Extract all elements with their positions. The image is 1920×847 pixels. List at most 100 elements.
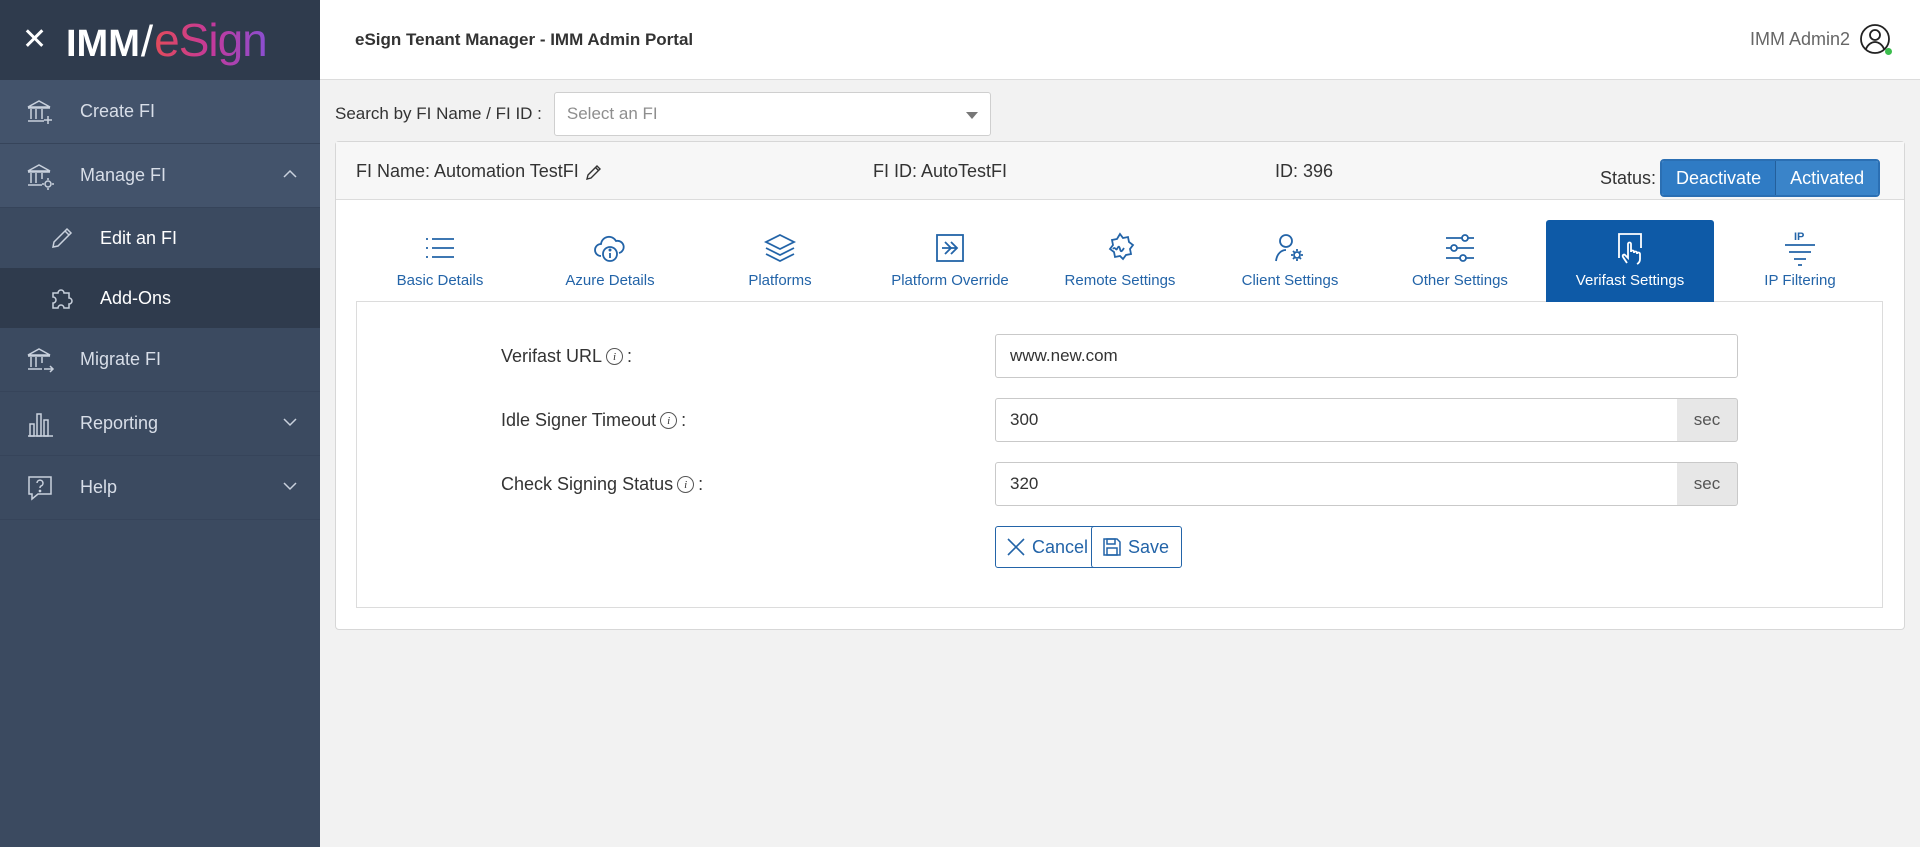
list-icon — [422, 230, 458, 266]
sidebar-item-label: Edit an FI — [100, 227, 178, 248]
ip-filter-icon: IP — [1782, 230, 1818, 266]
sidebar-item-label: Manage FI — [80, 165, 167, 185]
field-label-text: Check Signing Status — [501, 474, 674, 494]
check-signing-row: Check Signing Status i : 320 sec — [357, 462, 1882, 506]
tab-ip-filtering[interactable]: IP IP Filtering — [1716, 220, 1884, 302]
status-label: Status: — [1600, 167, 1657, 188]
tab-verifast-settings[interactable]: Verifast Settings — [1546, 220, 1714, 302]
tab-label: Verifast Settings — [1575, 272, 1685, 289]
settings-tabs: Basic Details Azure Details Platforms Pl… — [356, 220, 1883, 302]
page-title: eSign Tenant Manager - IMM Admin Portal — [355, 30, 694, 49]
tab-label: Platform Override — [891, 272, 1009, 289]
save-button[interactable]: Save — [1091, 526, 1183, 568]
verifast-url-row: Verifast URL i : www.new.com — [357, 334, 1882, 378]
tab-client-settings[interactable]: Client Settings — [1206, 220, 1374, 302]
tab-platforms[interactable]: Platforms — [696, 220, 864, 302]
save-label: Save — [1128, 536, 1170, 557]
close-menu-icon[interactable]: ✕ — [22, 25, 48, 55]
edit-name-pencil-icon[interactable] — [585, 163, 603, 181]
form-actions: Cancel Save — [357, 526, 1882, 570]
tab-platform-override[interactable]: Platform Override — [866, 220, 1034, 302]
unit-addon: sec — [1677, 462, 1738, 506]
deactivate-button[interactable]: Deactivate — [1662, 161, 1777, 195]
user-avatar-icon[interactable] — [1858, 22, 1892, 56]
idle-timeout-row: Idle Signer Timeout i : 300 sec — [357, 398, 1882, 442]
chevron-down-icon — [282, 414, 298, 430]
tab-label: Other Settings — [1412, 272, 1508, 289]
chevron-up-icon — [282, 166, 298, 182]
tab-label: Platforms — [748, 272, 812, 289]
gear-signature-icon — [1102, 230, 1138, 266]
field-colon: : — [698, 474, 704, 494]
bank-plus-icon — [25, 97, 55, 127]
tab-label: Basic Details — [396, 272, 484, 289]
chevron-down-icon — [282, 478, 298, 494]
fi-search-row: Search by FI Name / FI ID : Select an FI — [335, 92, 991, 136]
fi-name-text: FI Name: Automation TestFI — [356, 161, 579, 181]
field-colon: : — [627, 346, 633, 366]
puzzle-icon — [48, 284, 76, 312]
cancel-button[interactable]: Cancel — [995, 526, 1102, 568]
tab-other-settings[interactable]: Other Settings — [1376, 220, 1544, 302]
user-gear-icon — [1272, 230, 1308, 266]
sidebar-item-label: Add-Ons — [100, 287, 172, 308]
check-signing-input[interactable]: 320 — [995, 462, 1678, 506]
tab-basic-details[interactable]: Basic Details — [356, 220, 524, 302]
sidebar-item-create-fi[interactable]: Create FI — [0, 80, 320, 144]
fi-search-label: Search by FI Name / FI ID : — [335, 104, 542, 123]
verifast-url-input[interactable]: www.new.com — [995, 334, 1738, 378]
info-icon[interactable]: i — [660, 412, 678, 429]
bank-gear-icon — [25, 161, 55, 191]
info-icon[interactable]: i — [677, 476, 695, 493]
verifast-settings-form: Verifast URL i : www.new.com Idle Signer… — [356, 302, 1883, 608]
user-name: IMM Admin2 — [1749, 28, 1850, 49]
tab-label: Azure Details — [565, 272, 655, 289]
idle-timeout-label: Idle Signer Timeout i : — [501, 410, 686, 431]
sidebar-item-label: Migrate FI — [80, 349, 162, 369]
tab-azure-details[interactable]: Azure Details — [526, 220, 694, 302]
fi-details-card: FI Name: Automation TestFI FI ID: AutoTe… — [335, 141, 1905, 630]
check-signing-label: Check Signing Status i : — [501, 474, 703, 495]
close-icon — [1006, 537, 1026, 557]
tab-label: IP Filtering — [1764, 272, 1836, 289]
bank-arrow-icon — [25, 345, 55, 375]
brand-bar: ✕ IMM / eSign — [0, 0, 320, 80]
sidebar-item-reporting[interactable]: Reporting — [0, 392, 320, 456]
fi-id: FI ID: AutoTestFI — [873, 161, 1008, 181]
field-colon: : — [681, 410, 687, 430]
floppy-disk-icon — [1102, 537, 1122, 557]
user-menu[interactable]: IMM Admin2 — [1750, 22, 1892, 56]
hand-touch-icon — [1612, 230, 1648, 266]
fi-name: FI Name: Automation TestFI — [356, 161, 603, 182]
arrow-box-icon — [932, 230, 968, 266]
unit-addon: sec — [1677, 398, 1738, 442]
help-bubble-icon — [25, 473, 55, 503]
sliders-icon — [1442, 230, 1478, 266]
sidebar: ✕ IMM / eSign Create FI Manage FI Edit an … — [0, 0, 320, 847]
sidebar-item-manage-fi[interactable]: Manage FI — [0, 144, 320, 208]
fi-summary-bar: FI Name: Automation TestFI FI ID: AutoTe… — [336, 142, 1904, 200]
field-label-text: Verifast URL — [501, 346, 603, 366]
sidebar-item-help[interactable]: Help — [0, 456, 320, 520]
sidebar-item-label: Create FI — [80, 101, 156, 121]
online-status-dot — [1885, 48, 1892, 55]
idle-timeout-input[interactable]: 300 — [995, 398, 1678, 442]
activated-button[interactable]: Activated — [1776, 161, 1879, 195]
cancel-label: Cancel — [1032, 536, 1089, 557]
fi-numeric-id: ID: 396 — [1275, 161, 1334, 181]
sidebar-item-edit-fi[interactable]: Edit an FI — [0, 208, 320, 268]
info-icon[interactable]: i — [606, 348, 624, 365]
tab-label: Client Settings — [1241, 272, 1339, 289]
fi-status: Status: Deactivate Activated — [1600, 159, 1881, 197]
top-header: eSign Tenant Manager - IMM Admin Portal … — [320, 0, 1920, 80]
layers-icon — [762, 230, 798, 266]
svg-text:IP: IP — [1794, 231, 1804, 243]
fi-select-dropdown[interactable]: Select an FI — [553, 92, 991, 136]
sidebar-item-add-ons[interactable]: Add-Ons — [0, 268, 320, 328]
sidebar-item-label: Reporting — [80, 413, 159, 433]
tab-label: Remote Settings — [1064, 272, 1176, 289]
tab-remote-settings[interactable]: Remote Settings — [1036, 220, 1204, 302]
field-label-text: Idle Signer Timeout — [501, 410, 657, 430]
verifast-url-label: Verifast URL i : — [501, 346, 632, 367]
sidebar-item-migrate-fi[interactable]: Migrate FI — [0, 328, 320, 392]
